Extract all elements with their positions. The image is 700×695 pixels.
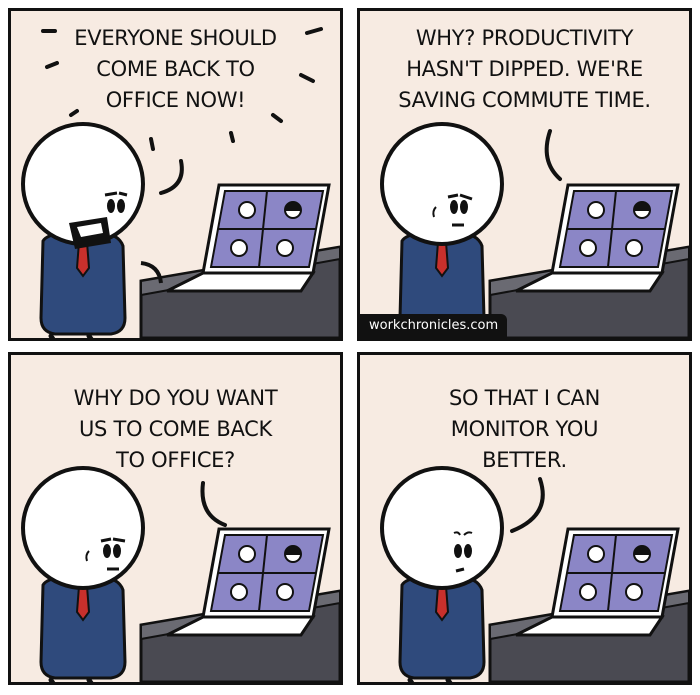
comic-panel-2: WHY? PRODUCTIVITY HASN'T DIPPED. WE'RE S…: [357, 8, 692, 341]
speech-text: SO THAT I CAN MONITOR YOU BETTER.: [448, 386, 601, 472]
comic-panel-1: EVERYONE SHOULD COME BACK TO OFFICE NOW!: [8, 8, 343, 341]
comic-panel-3: WHY DO YOU WANT US TO COME BACK TO OFFIC…: [8, 352, 343, 685]
watermark-credit: workchronicles.com: [360, 314, 508, 338]
speech-text: EVERYONE SHOULD COME BACK TO OFFICE NOW!: [74, 26, 277, 112]
speech-text: WHY? PRODUCTIVITY HASN'T DIPPED. WE'RE S…: [398, 26, 651, 112]
speech-text: WHY DO YOU WANT US TO COME BACK TO OFFIC…: [73, 386, 278, 472]
comic-panel-4: SO THAT I CAN MONITOR YOU BETTER.: [357, 352, 692, 685]
